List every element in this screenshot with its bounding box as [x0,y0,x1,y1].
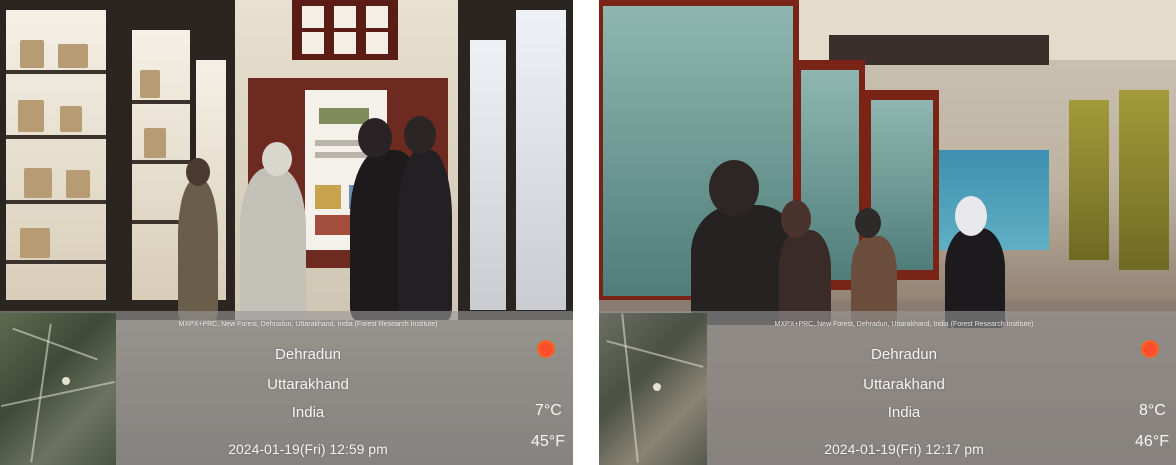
map-pin-icon [62,377,70,385]
visitor [240,168,306,318]
shelf [132,160,190,164]
visitor-head [855,208,881,238]
shelf [6,260,106,264]
shelf [6,200,106,204]
country-label: India [887,404,921,421]
state-label: Uttarakhand [863,376,945,393]
visitor-head [404,116,436,154]
city-label: Dehradun [275,346,341,363]
cabinet-glass [516,10,566,310]
map-pin-icon [653,383,661,391]
wall-panel [1069,100,1109,260]
visitor-head [262,142,292,176]
artifact [60,106,82,132]
visitor-head [186,158,210,186]
museum-photo-left: MXPX+PRC, New Forest, Dehradun, Uttarakh… [0,0,573,465]
visitor-head [709,160,759,216]
temperature-celsius: 7°C [535,402,562,419]
artifact [24,168,52,198]
shelf [132,100,190,104]
weather-sun-icon [1141,340,1159,358]
temperature-fahrenheit: 46°F [1135,433,1169,450]
city-label: Dehradun [871,346,937,363]
artifact [66,170,90,198]
artifact [20,228,50,258]
visitor [398,150,452,320]
address-line: MXPX+PRC, New Forest, Dehradun, Uttarakh… [178,321,438,328]
datetime-label: 2024-01-19(Fri) 12:17 pm [824,441,984,457]
artifact [18,100,44,132]
museum-photo-right: MXPX+PRC, New Forest, Dehradun, Uttarakh… [599,0,1176,465]
artifact [58,44,88,68]
country-label: India [291,404,325,421]
temperature-celsius: 8°C [1139,402,1166,419]
wall-panel [1119,90,1169,270]
weather-sun-icon [537,340,555,358]
visitor [178,180,218,320]
datetime-label: 2024-01-19(Fri) 12:59 pm [228,441,388,457]
state-label: Uttarakhand [267,376,349,393]
artifact [140,70,160,98]
artifact [144,128,166,158]
satellite-map-thumbnail [0,313,116,465]
visitor-head [955,196,987,236]
temperature-fahrenheit: 45°F [531,433,565,450]
shelf [6,135,106,139]
satellite-map-thumbnail [599,313,707,465]
window [292,0,398,60]
visitor-head [358,118,392,158]
shelf [6,70,106,74]
artifact [20,40,44,68]
cabinet-glass [470,40,506,310]
address-line: MXPX+PRC, New Forest, Dehradun, Uttarakh… [774,321,1034,328]
visitor-head [781,200,811,238]
